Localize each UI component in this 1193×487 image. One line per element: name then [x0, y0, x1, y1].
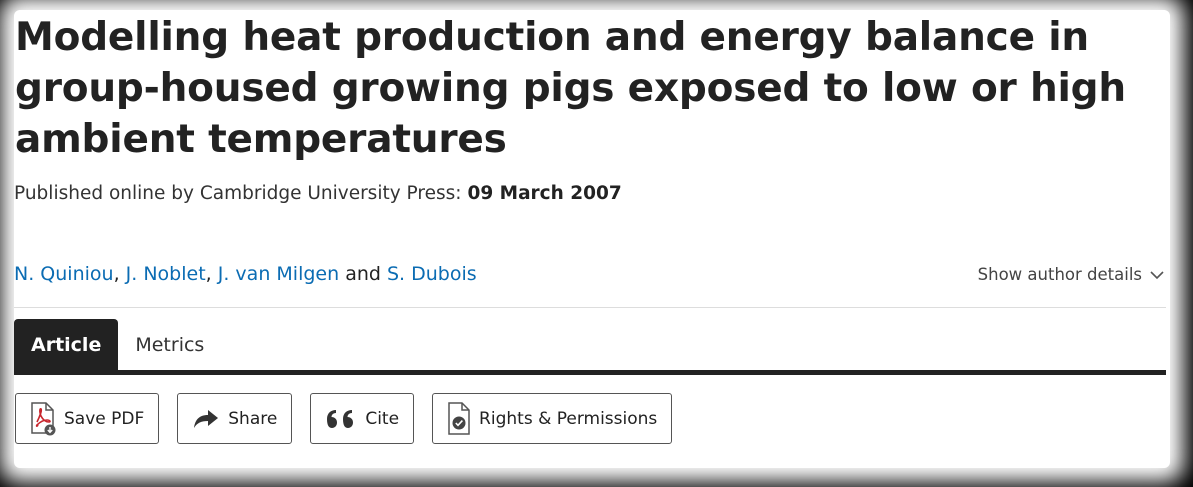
share-label: Share: [228, 408, 278, 429]
quote-icon: [327, 409, 354, 428]
share-icon: [194, 409, 219, 428]
save-pdf-label: Save PDF: [64, 408, 145, 429]
published-prefix: Published online by Cambridge University…: [14, 183, 462, 204]
share-button[interactable]: Share: [177, 393, 293, 444]
rights-permissions-button[interactable]: Rights & Permissions: [432, 393, 673, 444]
tab-label: Metrics: [135, 334, 205, 356]
section-divider: [14, 307, 1166, 308]
author-link[interactable]: J. van Milgen: [218, 263, 339, 285]
article-page: Modelling heat production and energy bal…: [14, 10, 1170, 468]
article-actions: Save PDF Share Cite Rights & Permissions: [15, 393, 673, 444]
author-conjunction: and: [339, 263, 387, 285]
tabs-underline: [14, 370, 1166, 375]
tab-article[interactable]: Article: [14, 319, 119, 371]
tab-metrics[interactable]: Metrics: [118, 319, 221, 371]
show-author-details-toggle[interactable]: Show author details: [978, 265, 1164, 284]
author-link[interactable]: N. Quiniou: [14, 263, 114, 285]
show-author-details-label: Show author details: [977, 265, 1142, 284]
published-date: 09 March 2007: [467, 183, 622, 204]
cite-label: Cite: [365, 408, 400, 429]
rights-permissions-label: Rights & Permissions: [479, 408, 658, 429]
chevron-down-icon: [1150, 270, 1164, 279]
publication-info: Published online by Cambridge University…: [14, 183, 622, 204]
window-frame: Modelling heat production and energy bal…: [0, 0, 1193, 487]
author-link[interactable]: J. Noblet: [126, 263, 206, 285]
cite-button[interactable]: Cite: [310, 393, 415, 444]
pdf-icon: [31, 401, 56, 435]
author-link[interactable]: S. Dubois: [387, 263, 477, 285]
save-pdf-button[interactable]: Save PDF: [15, 393, 160, 444]
article-title: Modelling heat production and energy bal…: [15, 15, 1126, 162]
author-list: N. Quiniou, J. Noblet, J. van Milgen and…: [14, 263, 477, 285]
tab-label: Article: [31, 334, 102, 356]
author-separator: ,: [205, 263, 218, 285]
permissions-document-icon: [448, 401, 470, 435]
article-tabs: Article Metrics: [14, 319, 221, 371]
author-separator: ,: [113, 263, 126, 285]
